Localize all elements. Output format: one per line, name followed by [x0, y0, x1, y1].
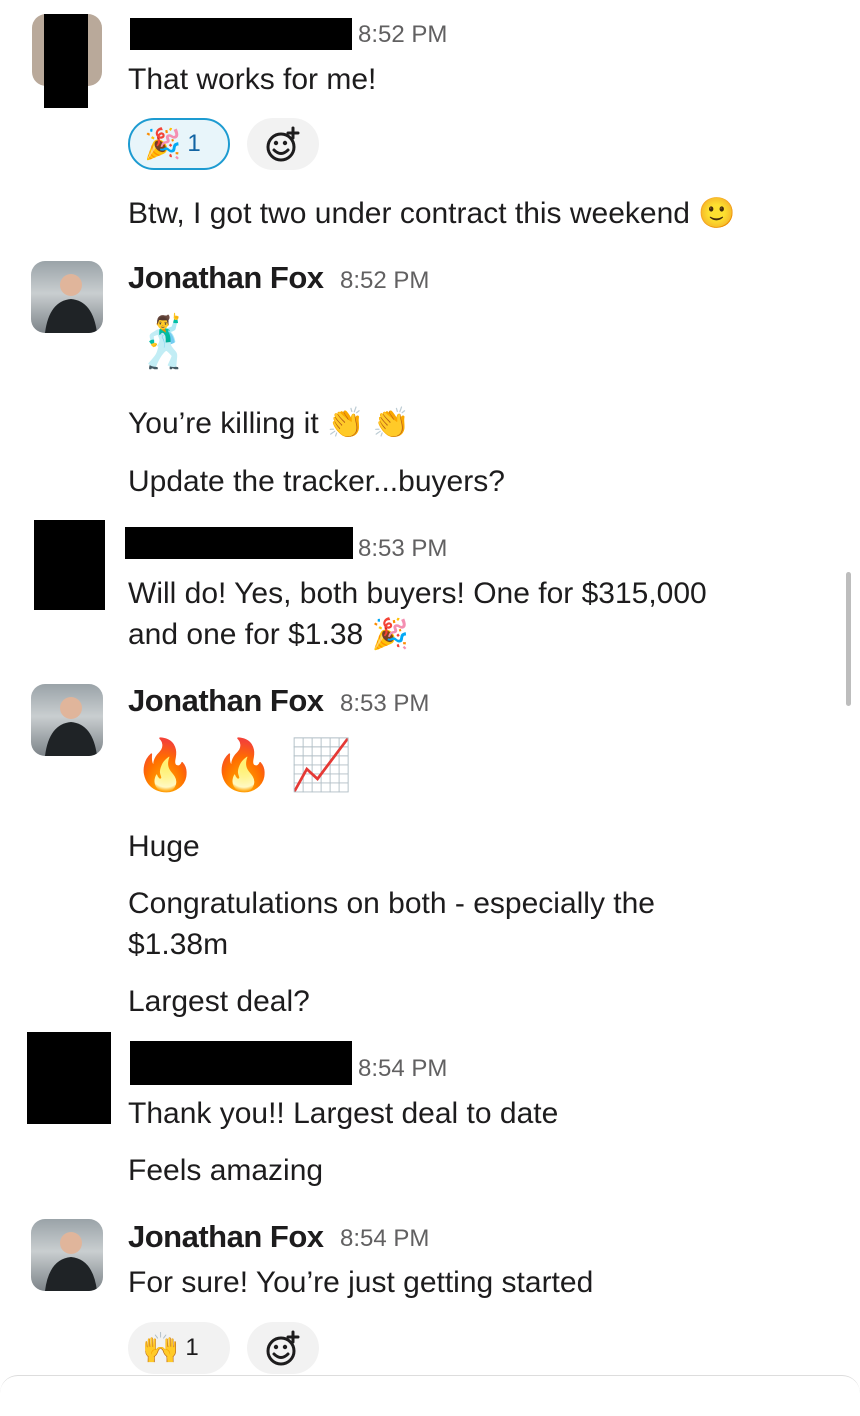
sender-name-redacted [130, 18, 352, 50]
message-text: Largest deal? [128, 985, 310, 1018]
add-reaction-button[interactable] [247, 1322, 319, 1374]
person-photo-icon [45, 274, 97, 333]
message-timestamp[interactable]: 8:53 PM [358, 535, 447, 563]
message-text: You’re killing it 👏 👏 [128, 407, 411, 440]
message-text: Thank you!! Largest deal to date [128, 1097, 559, 1130]
person-photo-icon [45, 697, 97, 756]
message-text: Btw, I got two under contract this weeke… [128, 197, 736, 230]
message-text: Congratulations on both - especially the [128, 887, 655, 920]
avatar-redacted[interactable] [34, 520, 105, 610]
message-text: and one for $1.38 🎉 [128, 618, 409, 651]
dancing-man-icon: 🕺 [134, 313, 197, 371]
reaction-count: 1 [187, 130, 201, 157]
message-composer-edge[interactable] [0, 1375, 860, 1416]
reaction-pill-raised-hands[interactable]: 🙌 1 [128, 1322, 230, 1374]
message-timestamp[interactable]: 8:54 PM [358, 1055, 447, 1083]
message-text: Huge [128, 830, 200, 863]
avatar-jonathan-fox[interactable] [31, 684, 103, 756]
sender-name-redacted [130, 1041, 352, 1085]
avatar-jonathan-fox[interactable] [31, 1219, 103, 1291]
message-text: Update the tracker...buyers? [128, 465, 505, 498]
scrollbar[interactable] [846, 572, 851, 706]
sender-name[interactable]: Jonathan Fox [128, 683, 324, 719]
person-photo-icon [45, 1232, 97, 1291]
reaction-pill-party[interactable]: 🎉 1 [128, 118, 230, 170]
reaction-count: 1 [185, 1334, 199, 1361]
message-timestamp[interactable]: 8:54 PM [340, 1225, 429, 1253]
sender-name[interactable]: Jonathan Fox [128, 260, 324, 296]
party-popper-icon: 🎉 [144, 126, 182, 162]
message-text: Feels amazing [128, 1154, 324, 1187]
add-reaction-icon [266, 1330, 300, 1366]
message-text: That works for me! [128, 63, 377, 96]
sender-name-redacted [125, 527, 353, 559]
add-reaction-button[interactable] [247, 118, 319, 170]
message-text: Will do! Yes, both buyers! One for $315,… [128, 577, 707, 610]
message-timestamp[interactable]: 8:52 PM [340, 267, 429, 295]
redaction-block [44, 14, 88, 108]
sender-name[interactable]: Jonathan Fox [128, 1219, 324, 1255]
message-timestamp[interactable]: 8:53 PM [340, 690, 429, 718]
raised-hands-icon: 🙌 [142, 1330, 180, 1366]
add-reaction-icon [266, 126, 300, 162]
avatar-jonathan-fox[interactable] [31, 261, 103, 333]
fire-fire-chart-emojis: 🔥 🔥 📈 [134, 736, 353, 794]
message-text: $1.38m [128, 928, 229, 961]
avatar-redacted[interactable] [27, 1032, 111, 1124]
message-text: For sure! You’re just getting started [128, 1266, 594, 1299]
message-timestamp[interactable]: 8:52 PM [358, 21, 447, 49]
